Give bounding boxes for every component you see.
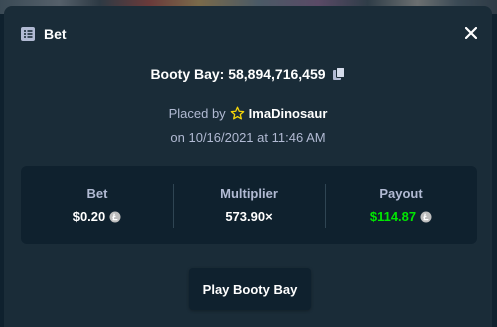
play-game-button[interactable]: Play Booty Bay — [189, 268, 311, 310]
close-icon — [465, 27, 477, 39]
litecoin-icon — [109, 211, 121, 222]
multiplier-value: 573.90× — [225, 209, 273, 224]
game-name-id-text: Booty Bay: 58,894,716,459 — [150, 66, 326, 82]
username-link[interactable]: ImaDinosaur — [249, 106, 328, 121]
payout-amount: $114.87 — [369, 209, 417, 224]
bet-date: on 10/16/2021 at 11:46 AM — [170, 130, 326, 145]
bet-stat: Bet $0.20 — [21, 186, 173, 224]
multiplier-stat: Multiplier 573.90× — [173, 184, 325, 228]
payout-value: $114.87 — [370, 209, 432, 224]
bet-label: Bet — [86, 186, 108, 201]
bet-amount: $0.20 — [72, 209, 106, 224]
bet-details-modal: Bet Booty Bay: 58,894,716,459 Placed by … — [4, 6, 492, 327]
star-icon — [230, 106, 245, 120]
multiplier-label: Multiplier — [220, 186, 278, 201]
copy-icon[interactable] — [332, 67, 346, 81]
receipt-icon — [21, 27, 35, 41]
modal-title: Bet — [44, 26, 67, 42]
payout-stat: Payout $114.87 — [325, 184, 477, 228]
game-bet-id: Booty Bay: 58,894,716,459 — [4, 66, 492, 82]
bet-value: $0.20 — [73, 209, 122, 224]
litecoin-icon — [420, 211, 432, 222]
bet-stats-panel: Bet $0.20 Multiplier 573.90× Payout $114… — [21, 166, 477, 244]
close-button[interactable] — [462, 24, 480, 42]
payout-label: Payout — [379, 186, 423, 201]
placed-by-label: Placed by — [168, 106, 226, 121]
modal-header: Bet — [20, 24, 67, 44]
placed-by-line: Placed by ImaDinosaur — [4, 106, 492, 121]
